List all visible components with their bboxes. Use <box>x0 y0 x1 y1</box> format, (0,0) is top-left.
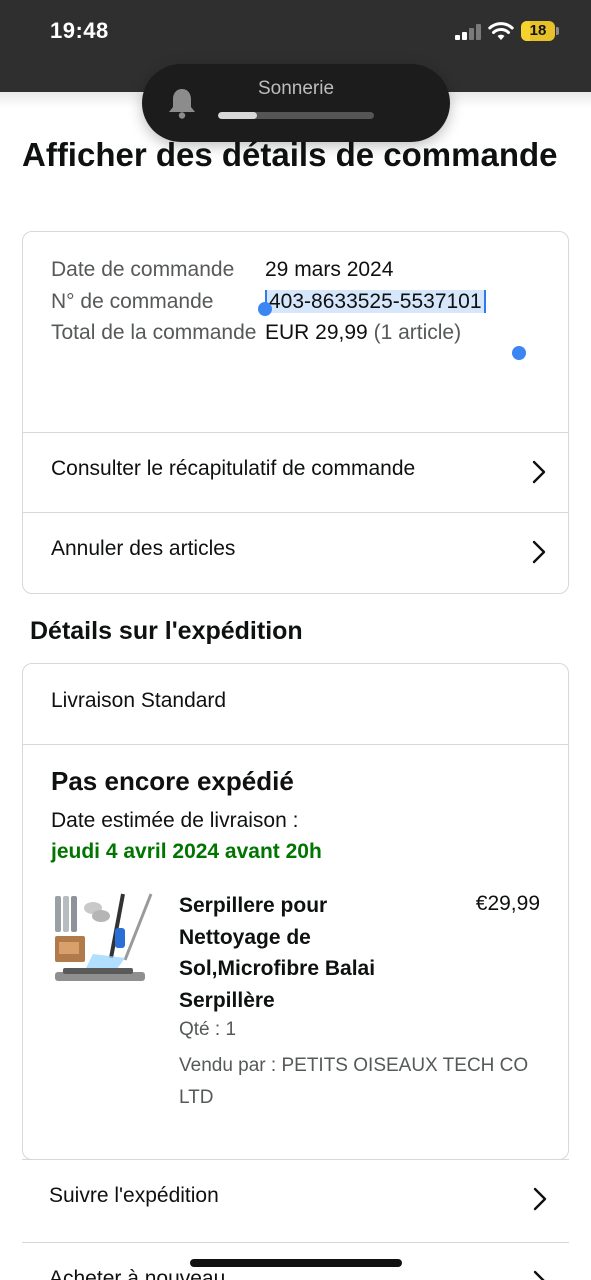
home-indicator[interactable] <box>190 1259 402 1267</box>
selection-end-handle[interactable] <box>512 346 526 360</box>
track-shipment-label: Suivre l'expédition <box>49 1184 219 1207</box>
view-order-summary-link[interactable]: Consulter le récapitulatif de commande <box>23 432 568 512</box>
wifi-icon <box>488 22 514 40</box>
product-title-link[interactable]: Serpillere pour Nettoyage de Sol,Microfi… <box>179 890 429 1016</box>
cancel-items-link[interactable]: Annuler des articles <box>23 512 568 592</box>
product-image[interactable] <box>53 888 157 998</box>
selection-start-handle[interactable] <box>258 302 272 316</box>
shipment-status: Pas encore expédié <box>51 766 294 796</box>
product-quantity: Qté : 1 <box>179 1019 237 1040</box>
order-total-row: Total de la commande EUR 29,99 (1 articl… <box>51 317 551 349</box>
ringer-volume-bar <box>218 112 374 119</box>
delivery-estimate-date: jeudi 4 avril 2024 avant 20h <box>51 840 322 863</box>
shipment-card: Livraison Standard Pas encore expédié Da… <box>22 663 569 1160</box>
clock: 19:48 <box>50 18 109 43</box>
order-total-value: EUR 29,99 <box>265 321 368 344</box>
page-title: Afficher des détails de commande <box>22 136 558 173</box>
view-order-summary-label: Consulter le récapitulatif de commande <box>51 457 416 480</box>
shipping-section-title: Détails sur l'expédition <box>30 617 303 645</box>
product-price: €29,99 <box>475 892 540 915</box>
product-seller: Vendu par : PETITS OISEAUX TECH CO LTD <box>179 1055 529 1108</box>
ringer-volume-fill <box>218 112 257 119</box>
order-summary-card: Date de commande 29 mars 2024 N° de comm… <box>22 231 569 594</box>
chevron-right-icon <box>532 540 546 564</box>
order-date-value: 29 mars 2024 <box>265 258 394 281</box>
order-number-row: N° de commande 403-8633525-5537101 <box>51 286 551 318</box>
ringer-volume-hud: Sonnerie <box>142 64 450 142</box>
order-number-label: N° de commande <box>51 289 214 313</box>
cancel-items-label: Annuler des articles <box>51 537 236 560</box>
order-date-label: Date de commande <box>51 258 235 281</box>
buy-again-label: Acheter à nouveau <box>49 1267 226 1280</box>
chevron-right-icon <box>533 1187 547 1211</box>
bell-icon <box>169 89 195 119</box>
delivery-estimate-label: Date estimée de livraison : <box>51 809 299 832</box>
order-date-row: Date de commande 29 mars 2024 <box>51 254 551 286</box>
ringer-label: Sonnerie <box>257 78 335 99</box>
order-number-value[interactable]: 403-8633525-5537101 <box>265 289 486 313</box>
chevron-right-icon <box>532 460 546 484</box>
order-total-label: Total de la commande <box>51 321 257 344</box>
cellular-signal-icon <box>455 24 483 40</box>
shipping-method: Livraison Standard <box>51 689 227 712</box>
chevron-right-icon <box>533 1270 545 1280</box>
battery-icon: 18 <box>521 21 559 41</box>
order-summary-details: Date de commande 29 mars 2024 N° de comm… <box>51 254 551 349</box>
battery-level: 18 <box>529 22 547 39</box>
order-item-count: (1 article) <box>373 321 462 344</box>
divider <box>23 744 568 745</box>
track-shipment-link[interactable]: Suivre l'expédition <box>22 1160 569 1240</box>
